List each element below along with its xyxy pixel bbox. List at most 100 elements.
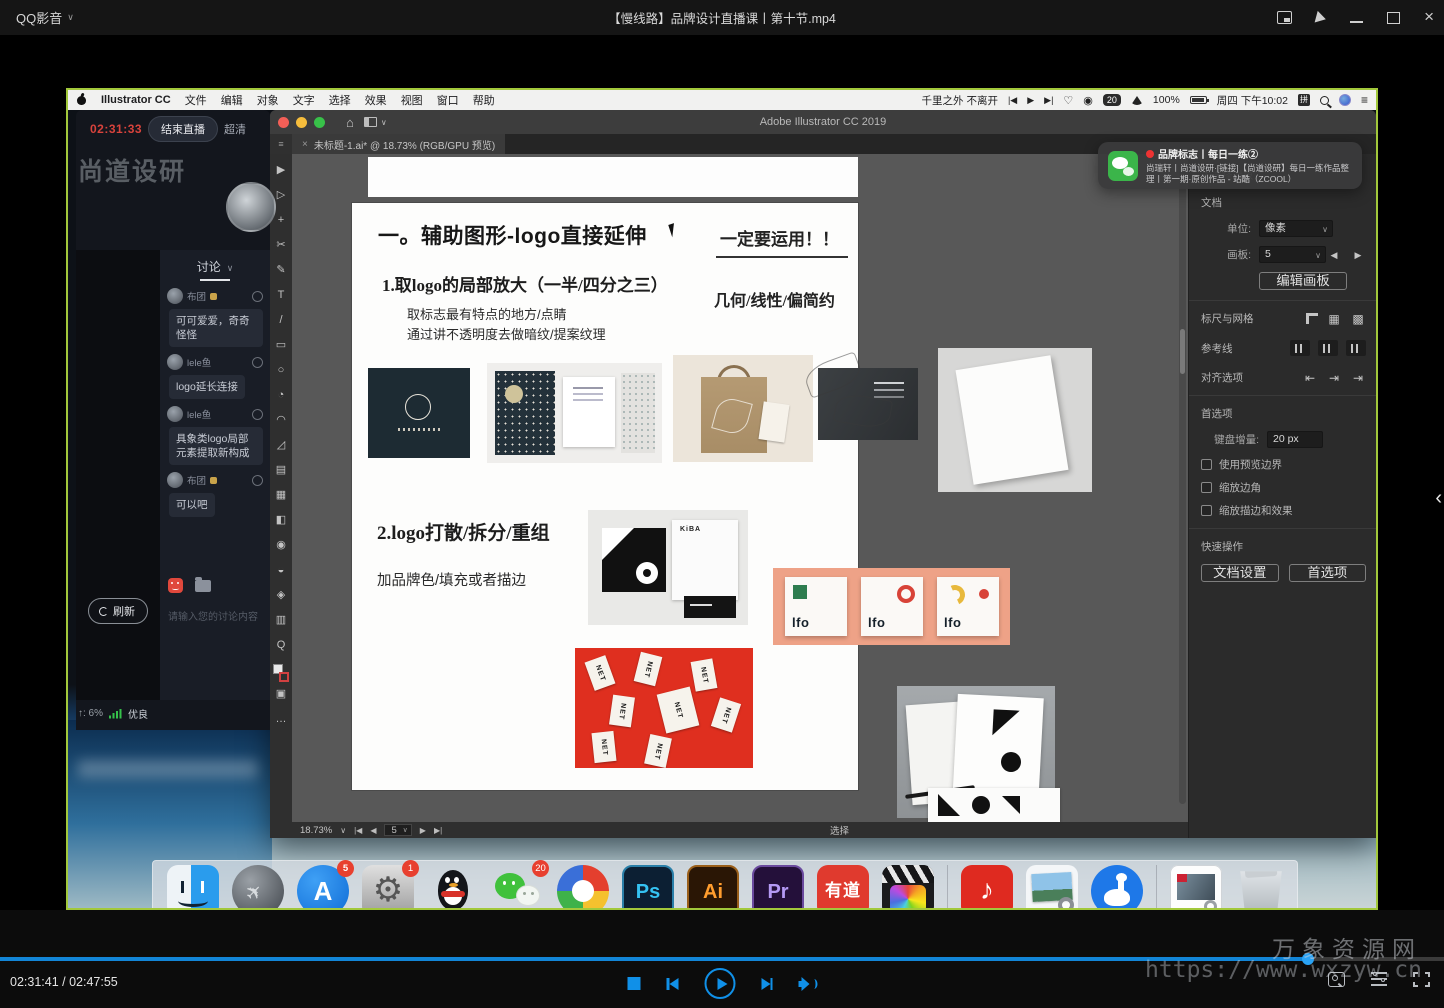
align-right-icon[interactable]: ⇥ bbox=[1326, 371, 1342, 385]
play-button[interactable] bbox=[704, 968, 735, 999]
grid-icon[interactable]: ▦ bbox=[1326, 312, 1342, 326]
document-setup-button[interactable]: 文档设置 bbox=[1201, 564, 1279, 582]
premiere-icon[interactable]: Pr bbox=[752, 865, 804, 908]
gradient-tool-icon[interactable]: ◧ bbox=[270, 508, 292, 533]
menu-effect[interactable]: 效果 bbox=[365, 92, 387, 108]
previous-button[interactable] bbox=[667, 978, 679, 990]
zoom-traffic-light[interactable] bbox=[314, 117, 325, 128]
canvas-area[interactable]: 一。辅助图形-logo直接延伸 一定要运用！！ 几何/线性/偏简约 1.取log… bbox=[292, 154, 1188, 822]
heart-icon[interactable]: ♡ bbox=[1063, 94, 1073, 107]
artboard-select[interactable]: 5∨ bbox=[1259, 246, 1326, 263]
checkbox-row[interactable]: 缩放边角 bbox=[1201, 480, 1366, 495]
menu-help[interactable]: 帮助 bbox=[473, 92, 495, 108]
zoom-tool-icon[interactable]: Q bbox=[270, 633, 292, 658]
next-button[interactable] bbox=[761, 978, 773, 990]
goose-app-icon[interactable] bbox=[1091, 865, 1143, 908]
mesh-tool-icon[interactable]: ▦ bbox=[270, 483, 292, 508]
app-menu-button[interactable]: QQ影音 ∨ bbox=[16, 8, 74, 27]
mini-mode-icon[interactable] bbox=[1277, 11, 1292, 24]
volume-button[interactable] bbox=[799, 977, 817, 991]
edit-artboards-button[interactable]: 编辑画板 bbox=[1259, 272, 1347, 290]
menu-object[interactable]: 对象 bbox=[257, 92, 279, 108]
notification-center-icon[interactable]: ≡ bbox=[1361, 93, 1368, 107]
line-tool-icon[interactable]: / bbox=[270, 308, 292, 333]
paintbrush-tool-icon[interactable]: ◔ bbox=[270, 383, 292, 408]
finder-icon[interactable] bbox=[167, 865, 219, 908]
end-live-button[interactable]: 结束直播 bbox=[148, 116, 218, 142]
maximize-button[interactable] bbox=[1387, 12, 1400, 24]
netease-music-icon[interactable]: ♪ bbox=[961, 865, 1013, 908]
menubar-clock[interactable]: 周四 下午10:02 bbox=[1217, 93, 1288, 108]
checkbox-icon[interactable] bbox=[1201, 459, 1212, 470]
more-tools-icon[interactable]: … bbox=[270, 707, 292, 732]
zoom-dropdown-icon[interactable]: ∨ bbox=[340, 826, 346, 835]
stop-button[interactable] bbox=[628, 977, 641, 990]
playlist-toggle-icon[interactable]: ‹ bbox=[1435, 487, 1442, 510]
minimize-traffic-light[interactable] bbox=[296, 117, 307, 128]
eyedropper-tool-icon[interactable]: ◉ bbox=[270, 533, 292, 558]
apple-logo-icon[interactable] bbox=[76, 94, 87, 106]
next-arrow-icon[interactable]: ▶ bbox=[1350, 248, 1366, 262]
chat-tab[interactable]: 讨论∨ bbox=[160, 250, 270, 281]
wifi-icon[interactable] bbox=[1131, 96, 1143, 105]
emoji-react-icon[interactable] bbox=[252, 357, 263, 368]
menu-file[interactable]: 文件 bbox=[185, 92, 207, 108]
menu-edit[interactable]: 编辑 bbox=[221, 92, 243, 108]
illustrator-titlebar[interactable]: ⌂ ∨ Adobe Illustrator CC 2019 bbox=[270, 110, 1376, 134]
emoji-react-icon[interactable] bbox=[252, 409, 263, 420]
illustrator-icon[interactable]: Ai bbox=[687, 865, 739, 908]
artboard-nav-select[interactable]: 5∨ bbox=[384, 824, 411, 836]
refresh-button[interactable]: 刷新 bbox=[88, 598, 148, 624]
chat-input[interactable]: 请输入您的讨论内容 bbox=[168, 608, 268, 623]
transparency-grid-icon[interactable]: ▩ bbox=[1350, 312, 1366, 326]
wechat-dock-icon[interactable]: 20 bbox=[492, 865, 544, 908]
home-icon[interactable]: ⌂ bbox=[346, 115, 354, 130]
first-artboard-icon[interactable]: |◀ bbox=[354, 826, 362, 835]
prev-artboard-icon[interactable]: ◀ bbox=[370, 826, 376, 835]
next-artboard-icon[interactable]: ▶ bbox=[420, 826, 426, 835]
quality-badge[interactable]: 超清 bbox=[224, 121, 246, 137]
final-cut-pro-icon[interactable] bbox=[882, 865, 934, 908]
prev-arrow-icon[interactable]: ◀ bbox=[1326, 248, 1342, 262]
graph-tool-icon[interactable]: ▥ bbox=[270, 608, 292, 633]
pointer-play-icon[interactable] bbox=[1315, 11, 1328, 25]
youdao-dict-icon[interactable]: 有道 bbox=[817, 865, 869, 908]
close-traffic-light[interactable] bbox=[278, 117, 289, 128]
siri-icon[interactable] bbox=[1339, 94, 1351, 106]
show-guides-icon[interactable] bbox=[1290, 340, 1310, 356]
document-tab[interactable]: × 未标题-1.ai* @ 18.73% (RGB/GPU 预览) bbox=[292, 134, 505, 154]
rotate-tool-icon[interactable]: ◠ bbox=[270, 408, 292, 433]
emoji-react-icon[interactable] bbox=[252, 475, 263, 486]
tab-overflow-icon[interactable]: ≡ bbox=[270, 134, 292, 154]
width-tool-icon[interactable]: ▤ bbox=[270, 458, 292, 483]
preferences-button[interactable]: 首选项 bbox=[1289, 564, 1367, 582]
menu-window[interactable]: 窗口 bbox=[437, 92, 459, 108]
lock-guides-icon[interactable] bbox=[1318, 340, 1338, 356]
ellipse-tool-icon[interactable]: ○ bbox=[270, 358, 292, 383]
target-icon[interactable]: ◉ bbox=[1083, 94, 1093, 107]
emoji-picker-icon[interactable] bbox=[168, 578, 183, 593]
symbol-tool-icon[interactable]: ◈ bbox=[270, 583, 292, 608]
media-prev-icon[interactable]: |◀ bbox=[1008, 95, 1017, 106]
menu-type[interactable]: 文字 bbox=[293, 92, 315, 108]
workspace-layout-button[interactable]: ∨ bbox=[364, 117, 387, 127]
emoji-react-icon[interactable] bbox=[252, 291, 263, 302]
preview-app-icon[interactable] bbox=[1026, 865, 1078, 908]
checkbox-row[interactable]: 使用预览边界 bbox=[1201, 457, 1366, 472]
draw-mode-icon[interactable]: ▣ bbox=[270, 682, 292, 707]
rectangle-tool-icon[interactable]: ▭ bbox=[270, 333, 292, 358]
launchpad-icon[interactable]: ✈ bbox=[232, 865, 284, 908]
scale-tool-icon[interactable]: ◿ bbox=[270, 433, 292, 458]
wechat-notification[interactable]: 品牌标志丨每日一练② 尚瑞轩丨尚道设研·[链接]【尚道设研】每日一练作品整理丨第… bbox=[1098, 142, 1362, 189]
video-canvas[interactable]: Illustrator CC 文件 编辑 对象 文字 选择 效果 视图 窗口 帮… bbox=[66, 88, 1378, 910]
input-method-icon[interactable]: 拼 bbox=[1298, 94, 1310, 106]
ruler-icon[interactable] bbox=[1306, 313, 1318, 324]
zoom-level[interactable]: 18.73% bbox=[300, 825, 332, 836]
checkbox-row[interactable]: 缩放描边和效果 bbox=[1201, 503, 1366, 518]
cloud-count-badge[interactable]: 20 bbox=[1103, 94, 1121, 106]
last-artboard-icon[interactable]: ▶| bbox=[434, 826, 442, 835]
unit-select[interactable]: 像素∨ bbox=[1259, 220, 1333, 237]
menu-view[interactable]: 视图 bbox=[401, 92, 423, 108]
system-preferences-icon[interactable]: 1⚙ bbox=[362, 865, 414, 908]
pen-tool-icon[interactable]: ✎ bbox=[270, 258, 292, 283]
